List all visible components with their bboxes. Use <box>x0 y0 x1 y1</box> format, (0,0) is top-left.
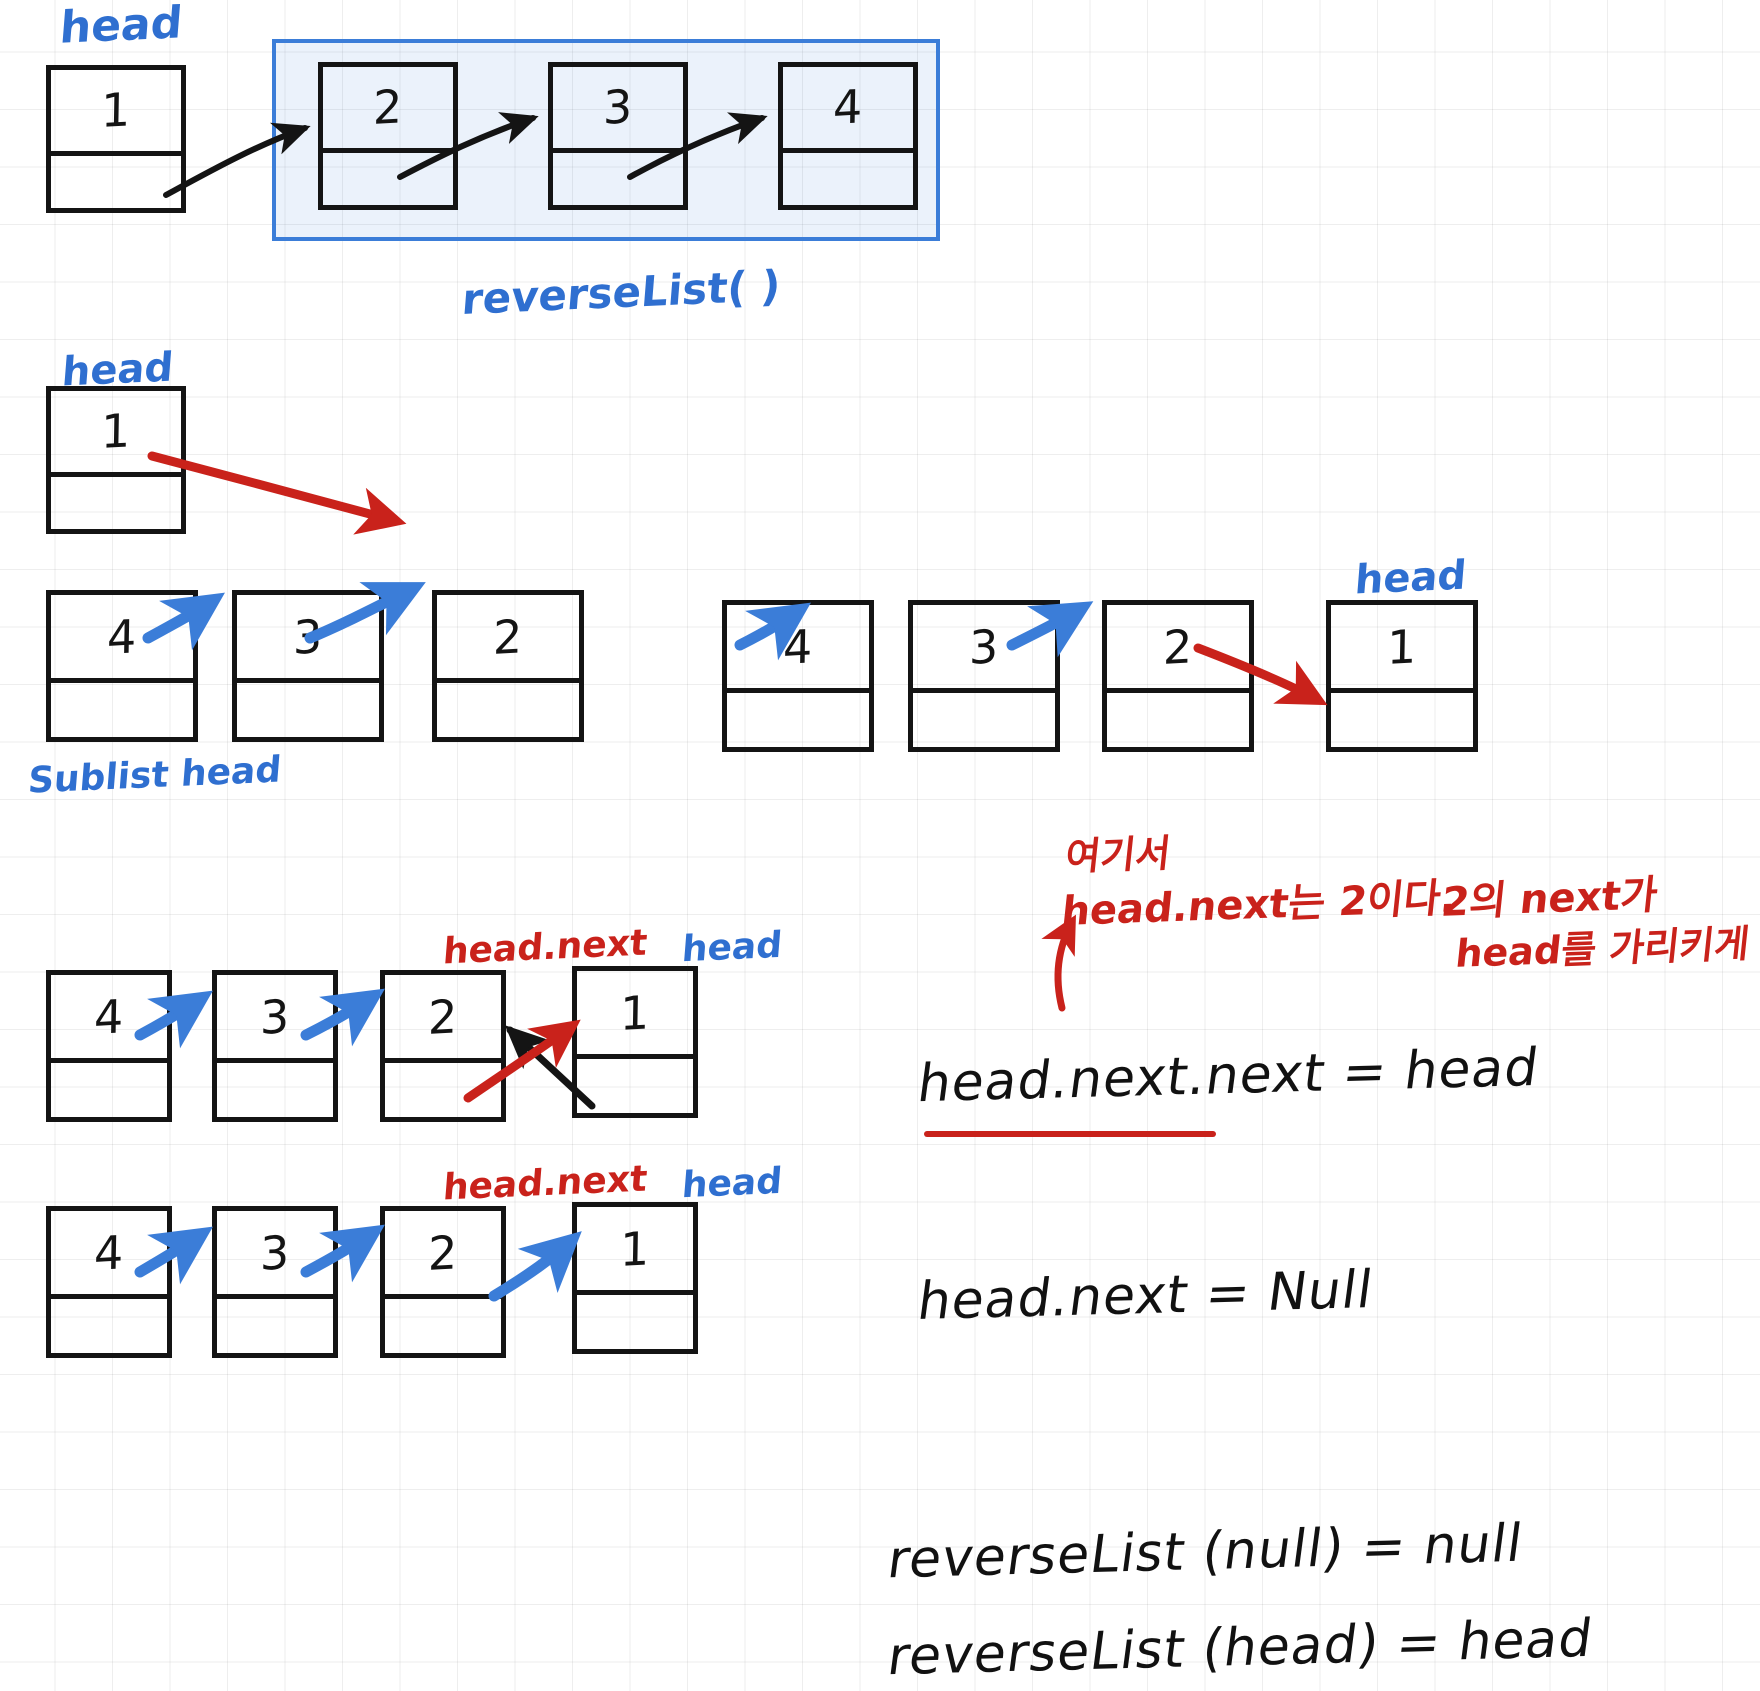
node-4-diagram1: 4 <box>778 62 918 210</box>
korean-note-line-1: 여기서 <box>1063 831 1173 879</box>
node-3-diagram1: 3 <box>548 62 688 210</box>
head-label-diagram3: head <box>1353 552 1468 604</box>
formula-underline <box>924 1131 1216 1137</box>
node-1-diagram3: 1 <box>1326 600 1478 752</box>
node-value-cell: 2 <box>385 1211 501 1300</box>
node-value: 1 <box>619 1220 651 1277</box>
node-pointer-cell <box>323 153 453 205</box>
node-pointer-cell <box>385 1299 501 1353</box>
node-3-diagram5: 3 <box>212 1206 338 1358</box>
node-value-cell: 1 <box>1331 605 1473 694</box>
node-value: 1 <box>100 82 132 139</box>
node-pointer-cell <box>51 156 181 208</box>
node-pointer-cell <box>217 1063 333 1117</box>
node-pointer-cell <box>727 693 869 747</box>
node-1-diagram4: 1 <box>572 966 698 1118</box>
node-2-diagram3: 2 <box>1102 600 1254 752</box>
node-4-diagram5: 4 <box>46 1206 172 1358</box>
node-value-cell: 3 <box>217 975 333 1064</box>
node-value: 3 <box>968 618 1000 675</box>
node-value: 2 <box>427 988 459 1045</box>
node-pointer-cell <box>51 683 193 737</box>
node-pointer-cell <box>577 1059 693 1113</box>
node-value: 3 <box>292 608 324 665</box>
node-3-diagram3: 3 <box>908 600 1060 752</box>
node-pointer-cell <box>385 1063 501 1117</box>
node-value-cell: 2 <box>1107 605 1249 694</box>
node-value-cell: 4 <box>51 1211 167 1300</box>
sublist-head-label: Sublist head <box>26 749 283 802</box>
node-value: 2 <box>372 79 404 136</box>
node-value: 4 <box>93 1224 125 1281</box>
node-4-diagram3: 4 <box>722 600 874 752</box>
node-value-cell: 2 <box>437 595 579 684</box>
node-value-cell: 1 <box>577 971 693 1060</box>
node-3-diagram4: 3 <box>212 970 338 1122</box>
node-pointer-cell <box>237 683 379 737</box>
node-value: 1 <box>100 403 132 460</box>
node-value-cell: 4 <box>51 595 193 684</box>
node-2-diagram2: 2 <box>432 590 584 742</box>
node-value: 2 <box>427 1224 459 1281</box>
node-pointer-cell <box>51 1299 167 1353</box>
node-pointer-cell <box>783 153 913 205</box>
node-value: 3 <box>259 1224 291 1281</box>
head-label-diagram1: head <box>58 0 185 54</box>
node-value-cell: 4 <box>51 975 167 1064</box>
node-value: 4 <box>832 79 864 136</box>
node-pointer-cell <box>437 683 579 737</box>
node-1-diagram5: 1 <box>572 1202 698 1354</box>
node-2-diagram1: 2 <box>318 62 458 210</box>
node-value-cell: 3 <box>217 1211 333 1300</box>
node-2-diagram4: 2 <box>380 970 506 1122</box>
node-value-cell: 3 <box>913 605 1055 694</box>
node-pointer-cell <box>1107 693 1249 747</box>
node-pointer-cell <box>1331 693 1473 747</box>
node-pointer-cell <box>553 153 683 205</box>
node-value-cell: 4 <box>727 605 869 694</box>
base-case-head: reverseList (head) = head <box>884 1608 1597 1688</box>
node-value: 2 <box>1162 618 1194 675</box>
node-pointer-cell <box>51 1063 167 1117</box>
node-1-diagram1: 1 <box>46 65 186 213</box>
node-value-cell: 1 <box>51 391 181 477</box>
formula-head-next-null: head.next = Null <box>914 1259 1377 1333</box>
node-value: 3 <box>602 79 634 136</box>
reverselist-call-label: reverseList( ) <box>460 260 783 325</box>
node-4-diagram4: 4 <box>46 970 172 1122</box>
node-pointer-cell <box>577 1295 693 1349</box>
node-value: 3 <box>259 988 291 1045</box>
head-label-diagram4: head <box>680 924 784 971</box>
arrow-layer <box>134 112 1328 1302</box>
node-value-cell: 1 <box>51 70 181 156</box>
node-value: 1 <box>1386 618 1418 675</box>
node-value: 4 <box>93 988 125 1045</box>
node-4-diagram2: 4 <box>46 590 198 742</box>
node-value-cell: 3 <box>553 67 683 153</box>
head-label-diagram5: head <box>680 1160 784 1207</box>
node-1-diagram2: 1 <box>46 386 186 534</box>
whiteboard-canvas: head 1 2 3 4 reverseList( ) head 1 4 3 2… <box>0 0 1760 1691</box>
node-3-diagram2: 3 <box>232 590 384 742</box>
node-pointer-cell <box>51 477 181 529</box>
node-value: 2 <box>492 608 524 665</box>
node-pointer-cell <box>913 693 1055 747</box>
node-pointer-cell <box>217 1299 333 1353</box>
arrow-1-to-2-diagram2 <box>147 451 407 535</box>
node-value-cell: 4 <box>783 67 913 153</box>
node-value: 4 <box>106 608 138 665</box>
node-value-cell: 2 <box>323 67 453 153</box>
node-2-diagram5: 2 <box>380 1206 506 1358</box>
node-value: 1 <box>619 984 651 1041</box>
formula-head-next-next: head.next.next = head <box>914 1037 1543 1115</box>
node-value: 4 <box>782 618 814 675</box>
base-case-null: reverseList (null) = null <box>884 1513 1527 1591</box>
node-value-cell: 3 <box>237 595 379 684</box>
node-value-cell: 1 <box>577 1207 693 1296</box>
node-value-cell: 2 <box>385 975 501 1064</box>
